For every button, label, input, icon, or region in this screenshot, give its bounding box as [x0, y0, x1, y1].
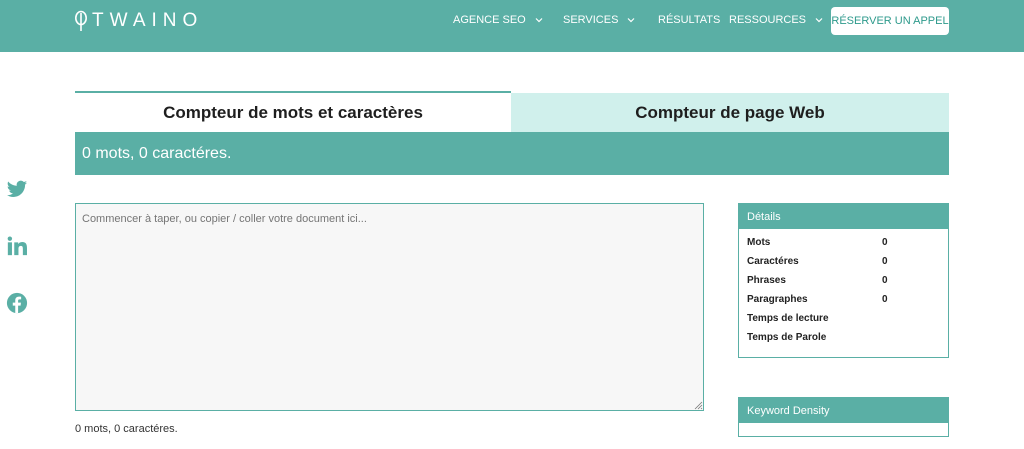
nav-label: RESSOURCES — [729, 14, 807, 26]
linkedin-icon[interactable] — [6, 235, 28, 257]
summary-bar: 0 mots, 0 caractéres. — [75, 132, 949, 175]
detail-value: 0 — [882, 237, 888, 248]
editor-count-text: 0 mots, 0 caractéres. — [75, 423, 178, 435]
detail-label: Paragraphes — [747, 294, 808, 305]
detail-row-characters: Caractéres 0 — [747, 256, 942, 270]
nav-label: SERVICES — [563, 14, 619, 26]
tab-webpage-counter[interactable]: Compteur de page Web — [511, 93, 949, 132]
detail-row-paragraphs: Paragraphes 0 — [747, 294, 942, 308]
site-header: TWAINO AGENCE SEO SERVICES RÉSULTATS RES… — [0, 0, 1024, 52]
logo[interactable]: TWAINO — [74, 10, 203, 32]
detail-label: Mots — [747, 237, 771, 248]
detail-row-words: Mots 0 — [747, 237, 942, 251]
details-panel: Détails Mots 0 Caractéres 0 Phrases 0 Pa… — [738, 203, 949, 358]
keyword-density-title: Keyword Density — [739, 398, 948, 423]
nav-label: AGENCE SEO — [453, 14, 526, 26]
chevron-down-icon — [628, 18, 635, 23]
resize-handle-icon[interactable] — [694, 401, 703, 410]
chevron-down-icon — [815, 18, 823, 23]
detail-value: 0 — [882, 256, 888, 267]
leaf-icon — [75, 10, 87, 31]
detail-label: Temps de lecture — [747, 313, 829, 324]
nav-resultats[interactable]: RÉSULTATS — [658, 14, 720, 26]
details-title: Détails — [739, 204, 948, 229]
keyword-density-panel: Keyword Density — [738, 397, 949, 437]
book-call-button[interactable]: RÉSERVER UN APPEL — [831, 7, 949, 35]
detail-row-speaking-time: Temps de Parole — [747, 332, 942, 346]
nav-services[interactable]: SERVICES — [563, 14, 636, 26]
nav-agence-seo[interactable]: AGENCE SEO — [453, 14, 544, 26]
document-textarea[interactable] — [75, 203, 704, 411]
detail-row-reading-time: Temps de lecture — [747, 313, 942, 327]
twitter-icon[interactable] — [6, 178, 28, 200]
detail-label: Caractéres — [747, 256, 799, 267]
chevron-down-icon — [535, 18, 543, 23]
tab-word-counter[interactable]: Compteur de mots et caractères — [75, 91, 511, 132]
detail-value: 0 — [882, 275, 888, 286]
detail-row-sentences: Phrases 0 — [747, 275, 942, 289]
detail-label: Temps de Parole — [747, 332, 827, 343]
detail-label: Phrases — [747, 275, 786, 286]
nav-ressources[interactable]: RESSOURCES — [729, 14, 824, 26]
summary-text: 0 mots, 0 caractéres. — [82, 144, 232, 162]
detail-value: 0 — [882, 294, 888, 305]
logo-text: TWAINO — [92, 10, 204, 31]
nav-label: RÉSULTATS — [658, 14, 721, 26]
facebook-icon[interactable] — [6, 292, 28, 314]
tool-tabs: Compteur de mots et caractères Compteur … — [75, 91, 949, 132]
